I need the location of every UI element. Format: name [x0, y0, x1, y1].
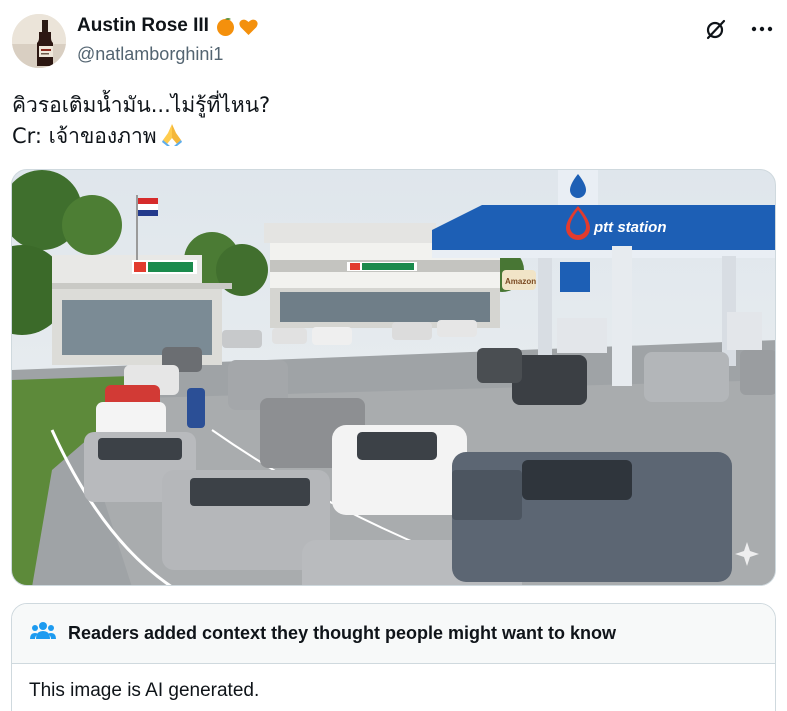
- more-options-icon[interactable]: [749, 16, 775, 42]
- amazon-sign: Amazon: [505, 277, 536, 286]
- grok-icon[interactable]: [703, 16, 729, 42]
- author-display-name[interactable]: Austin Rose III: [77, 15, 209, 37]
- post-text: คิวรอเติมน้ำมัน...ไม่รู้ที่ไหน? Cr: เจ้า…: [12, 90, 270, 156]
- ptt-station-sign: ptt station: [593, 219, 667, 236]
- post-text-line-1: คิวรอเติมน้ำมัน...ไม่รู้ที่ไหน?: [12, 93, 271, 117]
- orange-heart-emoji: [238, 16, 259, 37]
- author-name-row[interactable]: Austin Rose III: [77, 15, 259, 37]
- orange-emoji: [215, 16, 236, 37]
- author-handle[interactable]: @natlamborghini1: [77, 44, 223, 65]
- author-avatar[interactable]: [12, 14, 66, 68]
- post-image[interactable]: ptt station Amazon: [11, 169, 776, 586]
- folded-hands-emoji: [159, 121, 185, 156]
- community-note-header: Readers added context they thought peopl…: [12, 604, 775, 664]
- post-text-line-2: Cr: เจ้าของภาพ: [12, 121, 270, 156]
- community-note-body: This image is AI generated.: [29, 680, 260, 701]
- community-icon: [30, 621, 56, 646]
- community-note: Readers added context they thought peopl…: [11, 603, 776, 711]
- post-text-line-2-label: Cr: เจ้าของภาพ: [12, 124, 157, 148]
- community-note-title: Readers added context they thought peopl…: [68, 623, 617, 643]
